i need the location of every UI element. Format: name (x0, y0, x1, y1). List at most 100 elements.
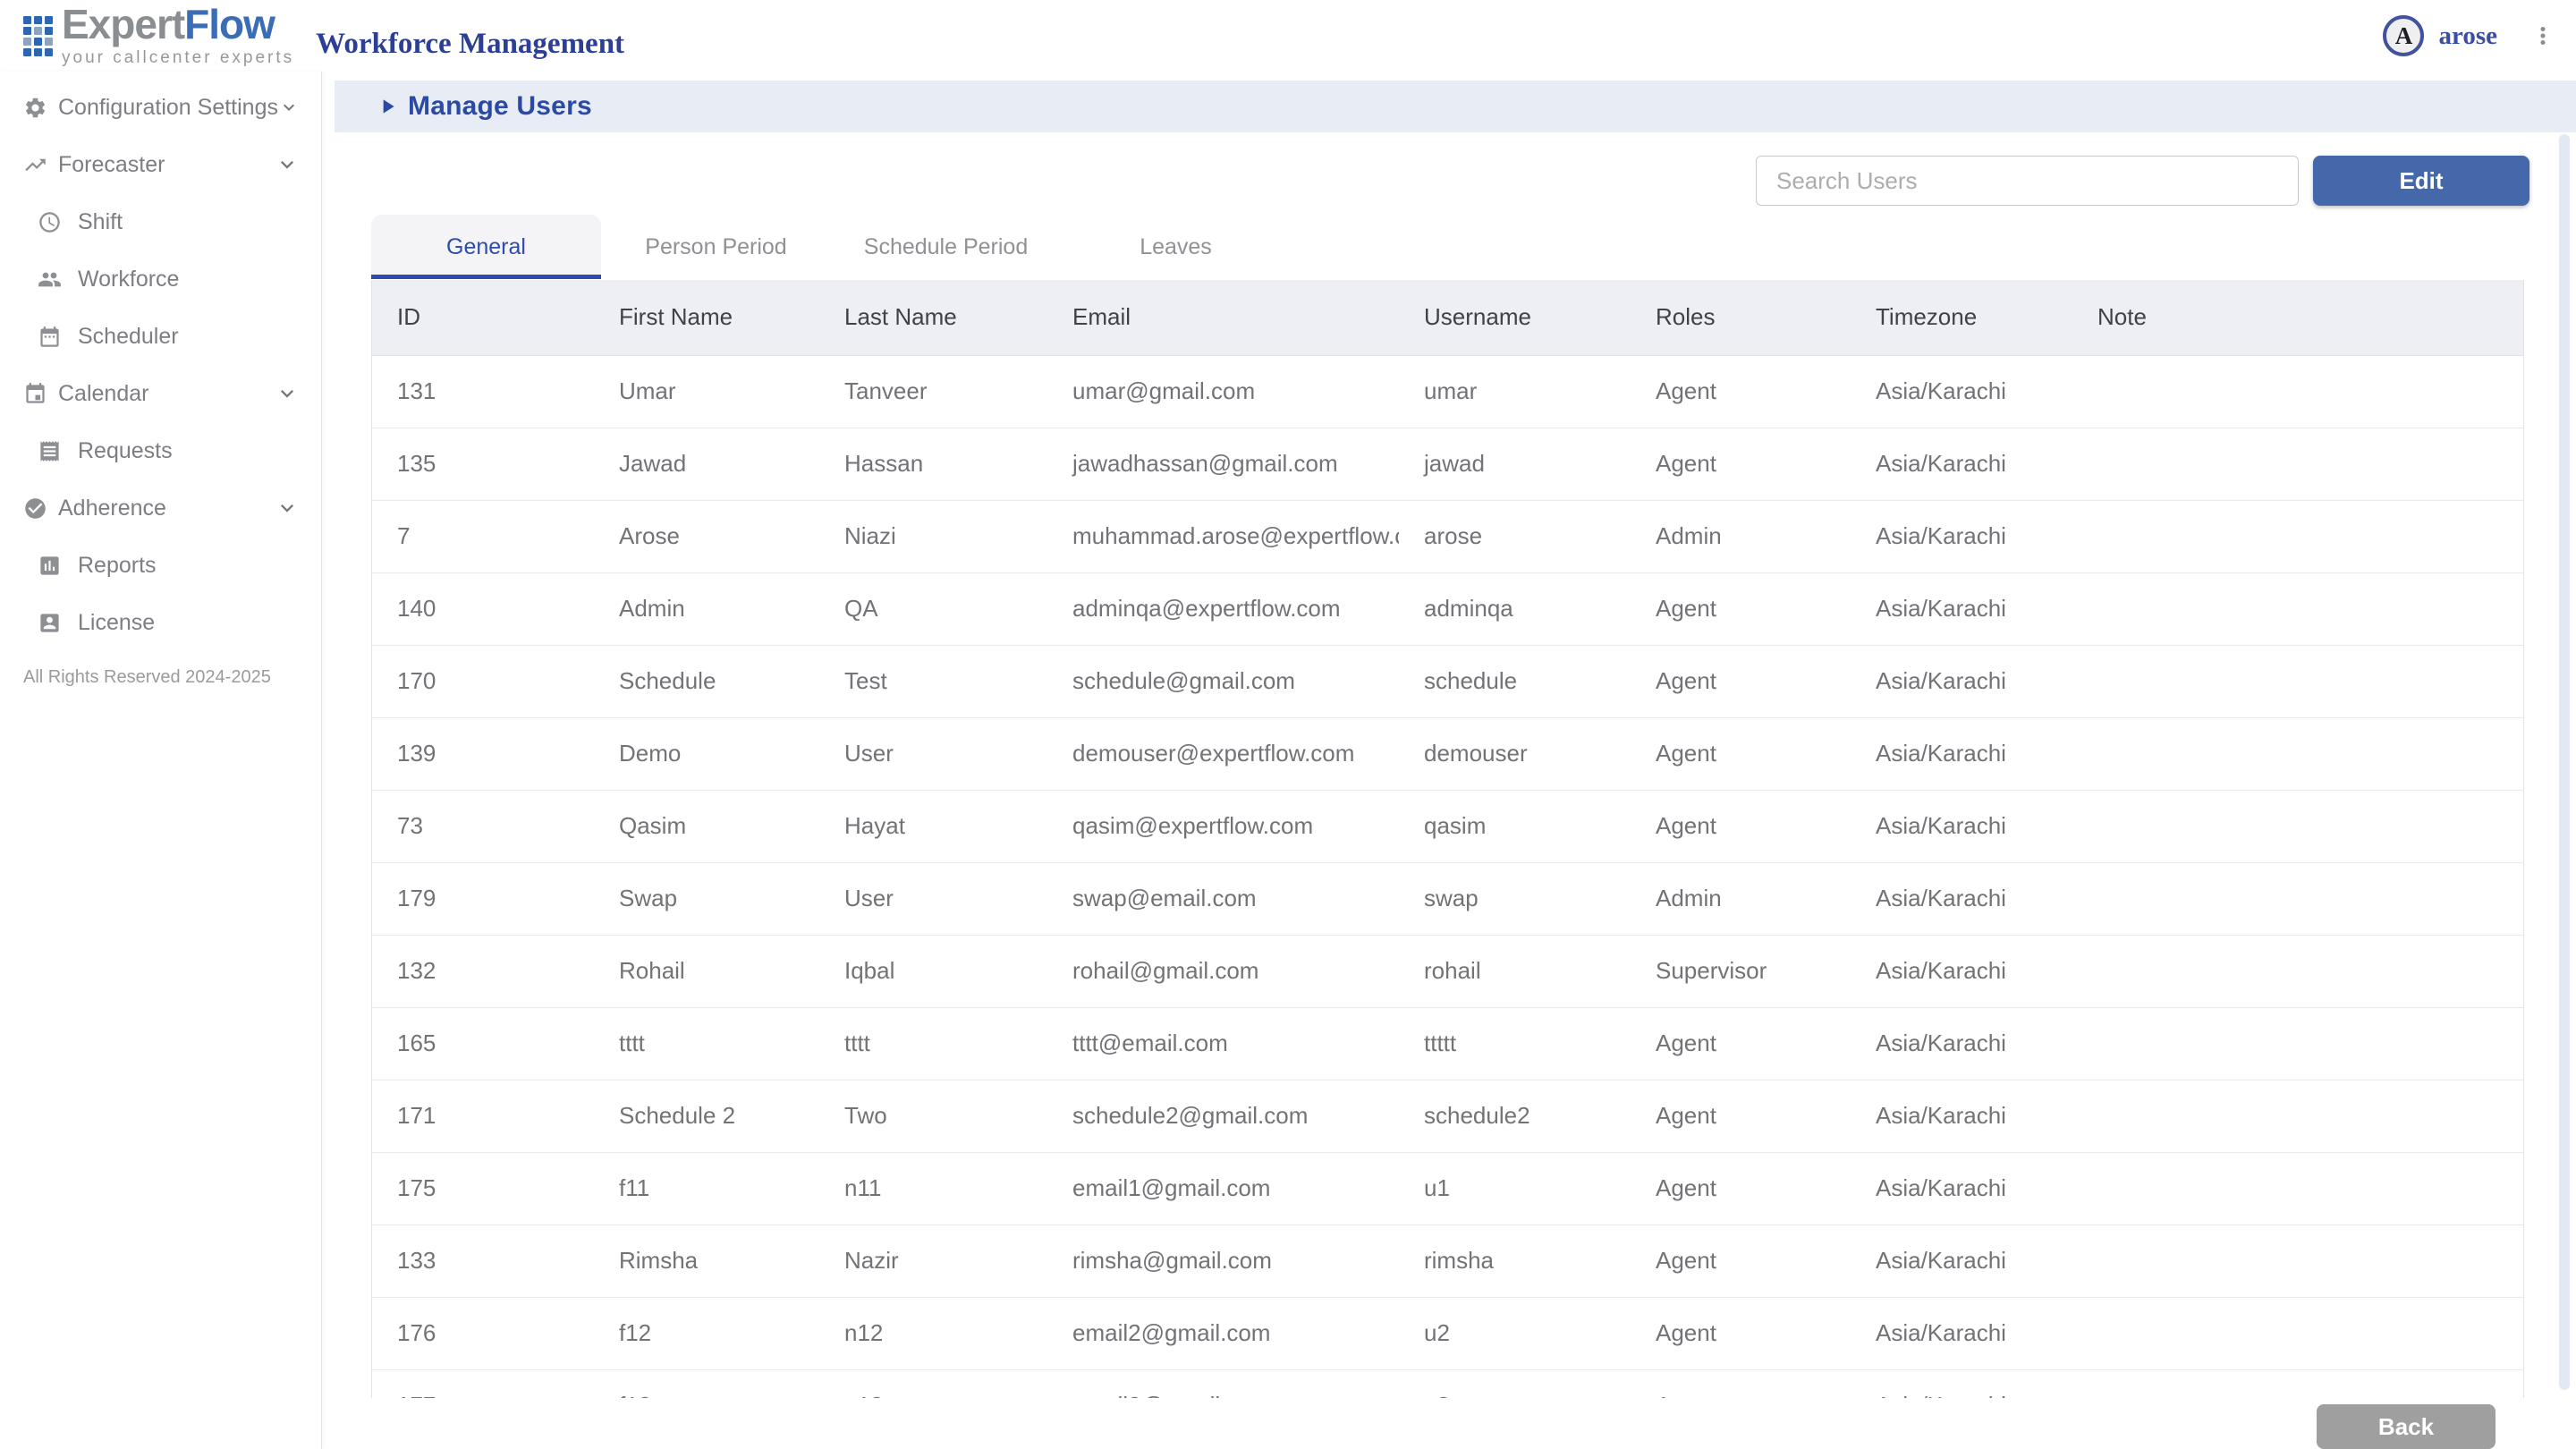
table-cell: Asia/Karachi (1851, 862, 2072, 935)
table-cell: umar (1399, 355, 1631, 428)
table-cell: Supervisor (1631, 935, 1851, 1007)
expertflow-logo: ExpertFlow your callcenter experts (23, 4, 294, 68)
page-title: Workforce Management (316, 28, 624, 61)
table-cell: rohail@gmail.com (1047, 935, 1399, 1007)
table-row[interactable]: 179SwapUserswap@email.comswapAdminAsia/K… (372, 862, 2524, 935)
table-cell: Agent (1631, 428, 1851, 500)
table-cell: Two (819, 1080, 1047, 1152)
table-row[interactable]: 176f12n12email2@gmail.comu2AgentAsia/Kar… (372, 1297, 2524, 1369)
table-cell: adminqa (1399, 572, 1631, 645)
table-cell: Agent (1631, 1297, 1851, 1369)
vertical-scrollbar[interactable] (2559, 134, 2570, 1390)
table-row[interactable]: 139DemoUserdemouser@expertflow.comdemous… (372, 717, 2524, 790)
table-cell: 7 (372, 500, 594, 572)
table-cell: Agent (1631, 1152, 1851, 1224)
table-row[interactable]: 7AroseNiazimuhammad.arose@expertflow.com… (372, 500, 2524, 572)
edit-button[interactable]: Edit (2313, 156, 2529, 206)
table-row[interactable]: 135JawadHassanjawadhassan@gmail.comjawad… (372, 428, 2524, 500)
table-cell: Test (819, 645, 1047, 717)
table-cell (2072, 1224, 2524, 1297)
table-cell: schedule2@gmail.com (1047, 1080, 1399, 1152)
table-cell: Agent (1631, 790, 1851, 862)
sidebar-item-label: Forecaster (58, 152, 165, 178)
table-cell: 139 (372, 717, 594, 790)
table-cell: Asia/Karachi (1851, 1007, 2072, 1080)
table-cell (2072, 790, 2524, 862)
sidebar-item-reports[interactable]: Reports (0, 537, 321, 594)
manage-users-section-header[interactable]: Manage Users (335, 80, 2576, 132)
table-body: 131UmarTanveerumar@gmail.comumarAgentAsi… (372, 355, 2524, 1398)
table-row[interactable]: 171Schedule 2Twoschedule2@gmail.comsched… (372, 1080, 2524, 1152)
table-row[interactable]: 132RohailIqbalrohail@gmail.comrohailSupe… (372, 935, 2524, 1007)
table-cell: n13 (819, 1369, 1047, 1398)
sidebar-item-adherence[interactable]: Adherence (0, 479, 321, 537)
table-cell (2072, 1007, 2524, 1080)
table-cell: f11 (594, 1152, 819, 1224)
column-header: Note (2072, 280, 2524, 355)
tab-person-period[interactable]: Person Period (601, 215, 831, 279)
table-cell: Demo (594, 717, 819, 790)
table-header-row: IDFirst NameLast NameEmailUsernameRolesT… (372, 280, 2524, 355)
table-cell: 175 (372, 1152, 594, 1224)
table-cell: 135 (372, 428, 594, 500)
sidebar-item-license[interactable]: License (0, 594, 321, 651)
people-icon (38, 267, 62, 292)
table-row[interactable]: 131UmarTanveerumar@gmail.comumarAgentAsi… (372, 355, 2524, 428)
chevron-down-icon (275, 381, 300, 406)
table-cell: Asia/Karachi (1851, 428, 2072, 500)
chevron-down-icon (275, 496, 300, 521)
table-cell: Asia/Karachi (1851, 645, 2072, 717)
table-cell: email1@gmail.com (1047, 1152, 1399, 1224)
sidebar-item-calendar[interactable]: Calendar (0, 365, 321, 422)
table-cell: u1 (1399, 1152, 1631, 1224)
sidebar-item-shift[interactable]: Shift (0, 193, 321, 250)
sidebar-item-configuration-settings[interactable]: Configuration Settings (0, 79, 321, 136)
chevron-down-icon (278, 95, 300, 120)
table-cell: n11 (819, 1152, 1047, 1224)
sidebar-item-forecaster[interactable]: Forecaster (0, 136, 321, 193)
table-cell: rimsha (1399, 1224, 1631, 1297)
table-row[interactable]: 175f11n11email1@gmail.comu1AgentAsia/Kar… (372, 1152, 2524, 1224)
table-row[interactable]: 170ScheduleTestschedule@gmail.comschedul… (372, 645, 2524, 717)
calendar-event-icon (23, 382, 47, 406)
table-cell: Asia/Karachi (1851, 1224, 2072, 1297)
table-row[interactable]: 140AdminQAadminqa@expertflow.comadminqaA… (372, 572, 2524, 645)
table-cell: Umar (594, 355, 819, 428)
table-cell (2072, 428, 2524, 500)
table-row[interactable]: 73QasimHayatqasim@expertflow.comqasimAge… (372, 790, 2524, 862)
table-cell: Agent (1631, 717, 1851, 790)
brand-expert: Expert (62, 1, 184, 47)
avatar[interactable]: A (2383, 15, 2424, 56)
tab-schedule-period[interactable]: Schedule Period (831, 215, 1061, 279)
table-cell (2072, 355, 2524, 428)
column-header: Roles (1631, 280, 1851, 355)
table-cell: Admin (1631, 862, 1851, 935)
table-cell: Agent (1631, 1007, 1851, 1080)
table-cell: Nazir (819, 1224, 1047, 1297)
sidebar-item-requests[interactable]: Requests (0, 422, 321, 479)
table-cell: rimsha@gmail.com (1047, 1224, 1399, 1297)
table-row[interactable]: 165tttttttttttt@email.comtttttAgentAsia/… (372, 1007, 2524, 1080)
table-cell: swap (1399, 862, 1631, 935)
table-cell: 170 (372, 645, 594, 717)
table-cell: Schedule 2 (594, 1080, 819, 1152)
table-cell: 140 (372, 572, 594, 645)
table-cell: Agent (1631, 645, 1851, 717)
sidebar-item-label: Requests (78, 438, 173, 464)
table-cell: User (819, 862, 1047, 935)
sidebar-item-label: Adherence (58, 496, 166, 521)
sidebar-item-scheduler[interactable]: Scheduler (0, 308, 321, 365)
back-button[interactable]: Back (2317, 1404, 2496, 1449)
table-cell: schedule@gmail.com (1047, 645, 1399, 717)
search-input[interactable] (1756, 156, 2299, 206)
table-cell: ttttt (1399, 1007, 1631, 1080)
table-cell: tttt@email.com (1047, 1007, 1399, 1080)
table-cell: demouser (1399, 717, 1631, 790)
more-vert-icon[interactable] (2529, 20, 2556, 52)
table-cell: Asia/Karachi (1851, 355, 2072, 428)
tab-leaves[interactable]: Leaves (1061, 215, 1291, 279)
tab-general[interactable]: General (371, 215, 601, 279)
table-row[interactable]: 133RimshaNazirrimsha@gmail.comrimshaAgen… (372, 1224, 2524, 1297)
sidebar-item-workforce[interactable]: Workforce (0, 250, 321, 308)
table-row[interactable]: 177f13n13email3@gmail.comu3AgentAsia/Kar… (372, 1369, 2524, 1398)
